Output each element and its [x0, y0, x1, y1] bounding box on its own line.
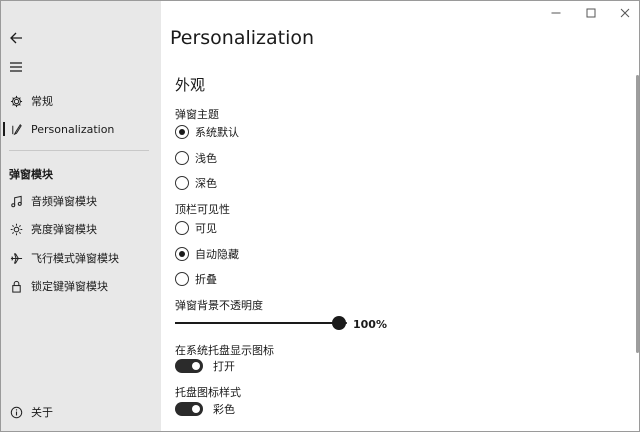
page-title: Personalization	[170, 27, 315, 49]
group-title: 外观	[175, 76, 206, 94]
opacity-value: 100%	[353, 318, 387, 331]
sidebar-item-label: 关于	[31, 406, 53, 419]
tray-style-toggle[interactable]	[175, 402, 203, 416]
sidebar-section-header: 弹窗模块	[9, 168, 53, 181]
music-note-icon	[1, 195, 31, 208]
sidebar-item-brightness-module[interactable]: 亮度弹窗模块	[1, 216, 161, 242]
sidebar: 常规 Personalization 弹窗模块 音频弹窗模块 亮度弹窗模块 飞行…	[1, 1, 161, 431]
hamburger-icon[interactable]	[5, 56, 27, 78]
sidebar-divider	[9, 150, 149, 151]
back-arrow-icon[interactable]	[5, 27, 27, 49]
opacity-slider[interactable]	[175, 315, 347, 331]
sidebar-item-label: 音频弹窗模块	[31, 195, 97, 208]
top-bar-radio-visible[interactable]: 可见	[175, 219, 217, 237]
sidebar-item-label: Personalization	[31, 122, 115, 136]
opacity-label: 弹窗背景不透明度	[175, 299, 263, 312]
sidebar-item-label: 亮度弹窗模块	[31, 223, 97, 236]
slider-fill	[175, 322, 339, 324]
tray-style-state: 彩色	[213, 403, 235, 416]
tray-icon-label: 在系统托盘显示图标	[175, 344, 274, 357]
maximize-button[interactable]	[573, 3, 609, 23]
sidebar-item-lock-key-module[interactable]: 锁定键弹窗模块	[1, 273, 161, 299]
slider-thumb[interactable]	[332, 316, 346, 330]
tray-icon-toggle-row: 打开	[175, 358, 235, 374]
tray-icon-state: 打开	[213, 360, 235, 373]
lock-icon	[1, 280, 31, 293]
theme-label: 弹窗主题	[175, 108, 219, 121]
sidebar-item-about[interactable]: 关于	[1, 399, 161, 425]
brush-icon	[1, 123, 31, 136]
sidebar-item-audio-module[interactable]: 音频弹窗模块	[1, 188, 161, 214]
sidebar-item-label: 飞行模式弹窗模块	[31, 252, 119, 265]
sidebar-item-label: 锁定键弹窗模块	[31, 280, 108, 293]
settings-window: 常规 Personalization 弹窗模块 音频弹窗模块 亮度弹窗模块 飞行…	[0, 0, 640, 432]
airplane-icon	[1, 252, 31, 265]
top-bar-visibility-label: 顶栏可见性	[175, 203, 230, 216]
theme-radio-light[interactable]: 浅色	[175, 149, 217, 167]
top-bar-radio-auto-hide[interactable]: 自动隐藏	[175, 245, 239, 263]
brightness-icon	[1, 223, 31, 236]
scrollbar[interactable]	[636, 75, 639, 353]
theme-radio-system-default[interactable]: 系统默认	[175, 123, 239, 141]
sidebar-item-label: 常规	[31, 95, 53, 108]
tray-style-label: 托盘图标样式	[175, 386, 241, 399]
close-button[interactable]	[607, 3, 639, 23]
theme-radio-dark[interactable]: 深色	[175, 174, 217, 192]
minimize-button[interactable]	[538, 3, 574, 23]
gear-icon	[1, 95, 31, 108]
sidebar-item-general[interactable]: 常规	[1, 88, 161, 114]
selection-indicator	[3, 122, 5, 136]
sidebar-item-personalization[interactable]: Personalization	[1, 116, 161, 142]
sidebar-item-airplane-module[interactable]: 飞行模式弹窗模块	[1, 245, 161, 271]
tray-style-toggle-row: 彩色	[175, 401, 235, 417]
top-bar-radio-collapse[interactable]: 折叠	[175, 270, 217, 288]
info-icon	[1, 406, 31, 419]
tray-icon-toggle[interactable]	[175, 359, 203, 373]
